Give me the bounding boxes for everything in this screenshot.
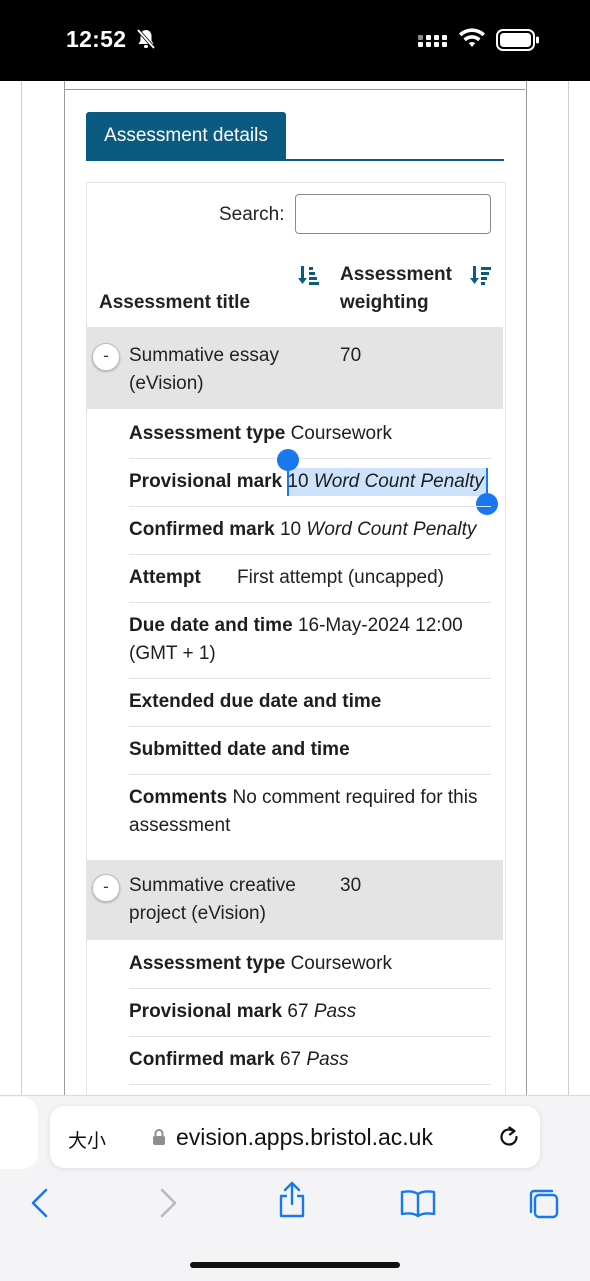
detail-confirmed-mark: Confirmed mark 10 Word Count Penalty <box>129 516 491 544</box>
detail-mark: 10 <box>279 519 302 540</box>
detail-value: Coursework <box>290 953 392 974</box>
lock-icon <box>153 1129 165 1145</box>
silent-bell-icon <box>136 28 156 50</box>
detail-label: Assessment type <box>129 953 286 974</box>
selection-start-handle[interactable] <box>277 449 299 471</box>
detail-label: Confirmed mark <box>129 1049 275 1070</box>
detail-label: Assessment type <box>129 423 286 444</box>
share-icon[interactable] <box>277 1180 307 1220</box>
previous-tab-card[interactable] <box>0 1097 38 1169</box>
detail-label: Provisional mark <box>129 471 283 492</box>
detail-separator <box>129 1084 491 1085</box>
tab-assessment-details[interactable]: Assessment details <box>86 112 286 160</box>
cellular-signal-icon <box>418 35 447 47</box>
page-rail-left <box>21 81 22 1095</box>
bookmarks-icon[interactable] <box>399 1188 437 1218</box>
search-label: Search: <box>219 204 285 225</box>
assessment-title-line2: project (eVision) <box>129 903 266 924</box>
detail-submitted-date: Submitted date and time <box>129 736 491 764</box>
battery-icon <box>496 29 539 51</box>
detail-separator <box>129 506 491 507</box>
content-frame-top <box>64 89 525 90</box>
collapse-toggle-button[interactable]: - <box>92 874 120 902</box>
tab-underline <box>86 159 504 161</box>
detail-label: Due date and time <box>129 615 293 636</box>
detail-label: Attempt <box>129 567 201 588</box>
tabs-icon[interactable] <box>526 1186 562 1222</box>
assessment-title-line1: Summative essay <box>129 345 279 366</box>
detail-mark: 67 <box>279 1049 302 1070</box>
detail-label: Extended due date and time <box>129 691 382 712</box>
detail-assessment-type: Assessment type Coursework <box>129 950 491 978</box>
wifi-icon <box>459 28 485 47</box>
detail-separator <box>129 602 491 603</box>
sort-ascending-icon[interactable] <box>298 264 320 286</box>
forward-icon[interactable] <box>156 1186 180 1220</box>
detail-value: Coursework <box>290 423 392 444</box>
detail-note: Pass <box>313 1001 357 1022</box>
column-header-weighting-line1[interactable]: Assessment <box>340 261 452 289</box>
sort-descending-icon[interactable] <box>470 264 492 286</box>
text-size-button[interactable]: 大小 <box>68 1126 106 1153</box>
detail-comments: Comments No comment required for this <box>129 784 491 812</box>
detail-label: Submitted date and time <box>129 739 350 760</box>
detail-label: Confirmed mark <box>129 519 275 540</box>
detail-value: 16-May-2024 12:00 <box>297 615 463 636</box>
detail-mark: 67 <box>287 1001 309 1022</box>
detail-due-date: Due date and time 16-May-2024 12:00 <box>129 612 491 640</box>
assessment-title-line1: Summative creative <box>129 875 296 896</box>
status-bar: 12:52 <box>0 0 590 81</box>
assessment-title-line2: (eVision) <box>129 373 204 394</box>
detail-separator <box>129 726 491 727</box>
collapse-toggle-button[interactable]: - <box>92 343 120 371</box>
detail-note: Pass <box>306 1049 349 1070</box>
detail-value: First attempt (uncapped) <box>237 567 444 588</box>
detail-separator <box>129 1036 491 1037</box>
detail-note: Word Count Penalty <box>313 471 484 492</box>
detail-separator <box>129 678 491 679</box>
reload-icon[interactable] <box>496 1124 522 1150</box>
page-rail-right <box>568 81 569 1095</box>
detail-separator <box>129 988 491 989</box>
detail-separator <box>129 458 491 459</box>
detail-due-date-line2: (GMT + 1) <box>129 643 216 664</box>
detail-value: No comment required for this <box>232 787 478 808</box>
detail-mark: 10 <box>287 471 309 492</box>
detail-comments-line2: assessment <box>129 815 231 836</box>
back-icon[interactable] <box>28 1186 52 1220</box>
assessment-weighting: 70 <box>340 345 362 366</box>
status-time: 12:52 <box>66 26 127 52</box>
detail-provisional-mark: Provisional mark 10 Word Count Penalty <box>129 468 491 496</box>
detail-label: Comments <box>129 787 228 808</box>
selection-end-handle[interactable] <box>476 493 498 515</box>
search-input[interactable] <box>295 194 491 234</box>
detail-provisional-mark: Provisional mark 67 Pass <box>129 998 491 1026</box>
detail-label: Provisional mark <box>129 1001 283 1022</box>
detail-assessment-type: Assessment type Coursework <box>129 420 491 448</box>
column-header-weighting-line2[interactable]: weighting <box>340 289 429 317</box>
detail-separator <box>129 774 491 775</box>
home-indicator <box>190 1262 400 1268</box>
detail-extended-due-date: Extended due date and time <box>129 688 491 716</box>
column-header-title[interactable]: Assessment title <box>99 289 250 317</box>
url-text[interactable]: evision.apps.bristol.ac.uk <box>176 1124 433 1151</box>
assessment-weighting: 30 <box>340 875 362 896</box>
detail-note: Word Count Penalty <box>306 519 477 540</box>
detail-confirmed-mark: Confirmed mark 67 Pass <box>129 1046 491 1074</box>
detail-separator <box>129 554 491 555</box>
